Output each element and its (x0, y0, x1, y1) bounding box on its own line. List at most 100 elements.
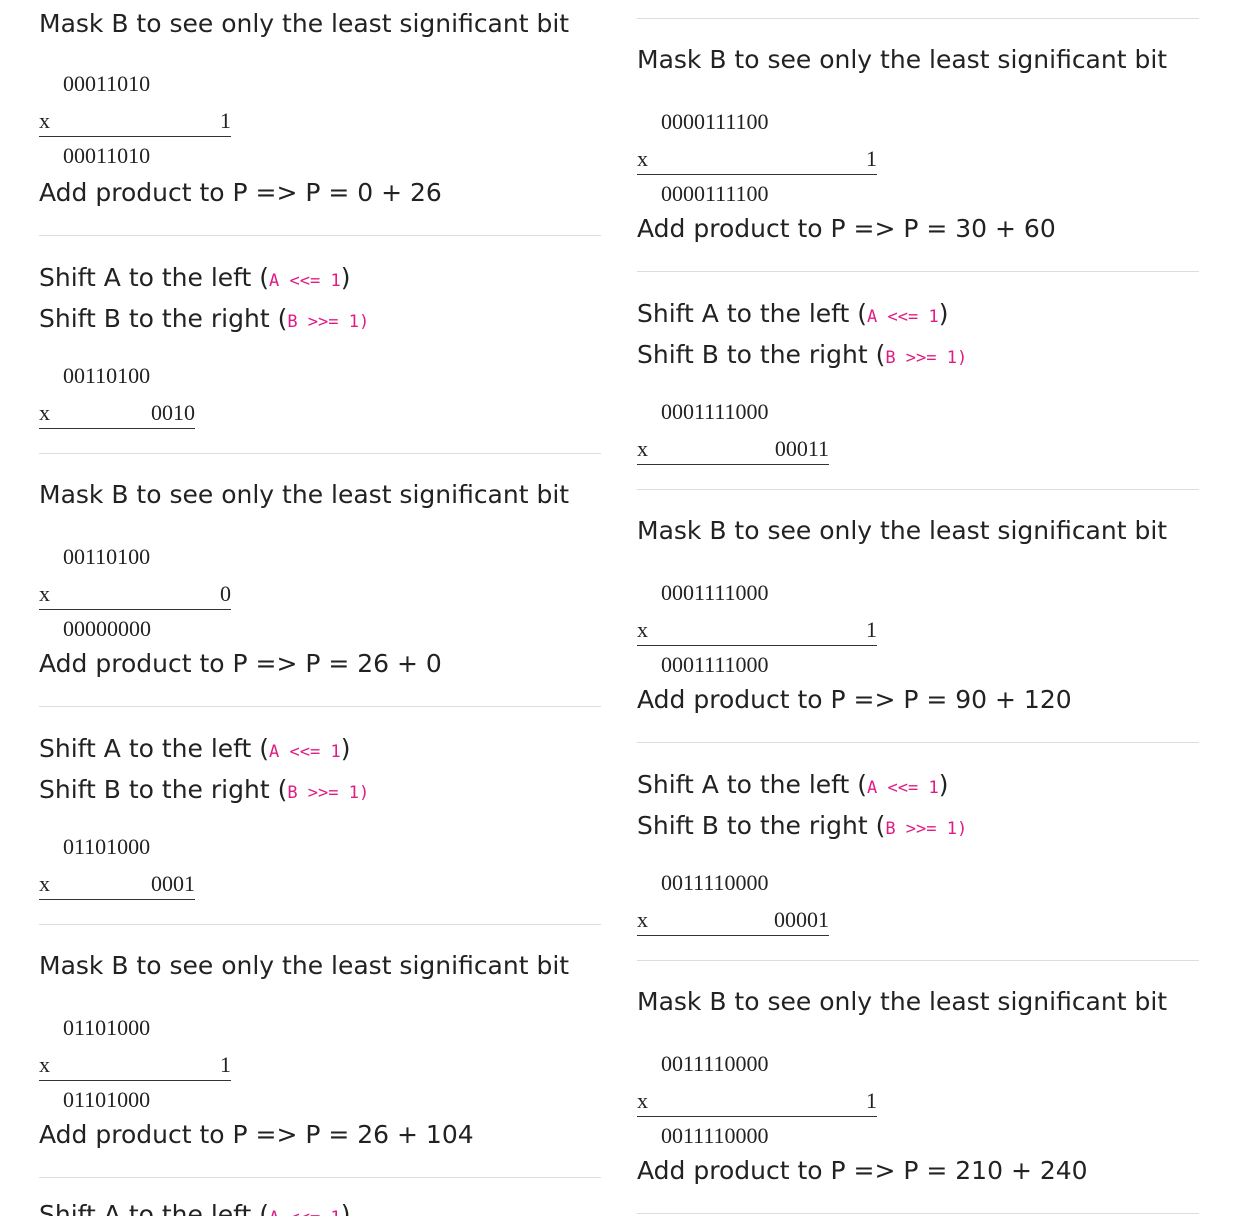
shift-a-close: ) (340, 734, 351, 763)
shift-a-line: Shift A to the left (A <<= 1) (39, 1196, 601, 1216)
shift-a-code: A <<= 1 (269, 742, 341, 762)
multiplier-row: x 0010 (39, 398, 195, 429)
operand-b: 0001 (151, 871, 195, 896)
shift-b-line: Shift B to the right (B >>= 1) (637, 807, 1199, 848)
operand-b: 1 (866, 617, 877, 642)
mask-step: Mask B to see only the least significant… (637, 42, 1199, 243)
operand-b: 00001 (774, 907, 829, 932)
operand-b: 1 (220, 108, 231, 133)
mask-step: Mask B to see only the least significant… (637, 984, 1199, 1185)
times-symbol: x (39, 871, 50, 896)
shift-step: Shift A to the left (A <<= 1) (39, 1196, 601, 1216)
shift-step: Shift A to the left (A <<= 1) Shift B to… (637, 766, 1199, 936)
add-product-line: Add product to P => P = 210 + 240 (637, 1156, 1088, 1185)
times-symbol: x (39, 581, 50, 606)
product-value: 00011010 (63, 143, 151, 168)
shift-a-close: ) (340, 263, 351, 292)
multiplier-row: x 0001 (39, 869, 195, 900)
divider (39, 1177, 601, 1178)
product-value: 01101000 (63, 1087, 151, 1112)
add-product-line: Add product to P => P = 0 + 26 (39, 178, 442, 207)
shift-a-code: A <<= 1 (269, 271, 341, 291)
add-product-line: Add product to P => P = 26 + 104 (39, 1120, 474, 1149)
mask-step: Mask B to see only the least significant… (39, 477, 601, 678)
shift-a-code: A <<= 1 (269, 1208, 341, 1216)
operand-b: 1 (866, 146, 877, 171)
product-value: 0011110000 (661, 1123, 769, 1148)
times-symbol: x (637, 146, 648, 171)
times-symbol: x (637, 1088, 648, 1113)
shift-a-close: ) (938, 770, 949, 799)
multiplier-row: x 1 (39, 106, 231, 137)
operand-a: 0011110000 (661, 1051, 769, 1076)
shift-step: Shift A to the left (A <<= 1) Shift B to… (637, 295, 1199, 465)
step-heading: Mask B to see only the least significant… (39, 951, 570, 980)
shift-b-code: B >>= 1) (885, 348, 968, 368)
shift-b-text: Shift B to the right ( (39, 775, 288, 804)
multiplier-row: x 00001 (637, 905, 829, 936)
mask-step: Mask B to see only the least significant… (39, 6, 601, 207)
add-product-line: Add product to P => P = 26 + 0 (39, 649, 442, 678)
multiplier-row: x 0 (39, 579, 231, 610)
times-symbol: x (637, 907, 648, 932)
shift-b-text: Shift B to the right ( (637, 340, 886, 369)
mask-step: Mask B to see only the least significant… (39, 948, 601, 1149)
shift-b-code: B >>= 1) (287, 312, 370, 332)
divider (637, 742, 1199, 743)
divider (39, 924, 601, 925)
step-heading: Mask B to see only the least significant… (39, 480, 570, 509)
shift-a-text: Shift A to the left ( (637, 299, 868, 328)
operand-a: 00110100 (63, 544, 151, 569)
divider (39, 453, 601, 454)
divider (39, 706, 601, 707)
shift-a-code: A <<= 1 (867, 778, 939, 798)
shift-a-line: Shift A to the left (A <<= 1) (39, 730, 601, 771)
shift-step: Shift A to the left (A <<= 1) Shift B to… (39, 259, 601, 429)
shift-a-close: ) (340, 1200, 351, 1216)
times-symbol: x (637, 436, 648, 461)
shift-a-code: A <<= 1 (867, 307, 939, 327)
divider (39, 235, 601, 236)
shift-a-text: Shift A to the left ( (637, 770, 868, 799)
shift-a-line: Shift A to the left (A <<= 1) (637, 766, 1199, 807)
divider (637, 1213, 1199, 1214)
operand-b: 0 (220, 581, 231, 606)
shift-a-line: Shift A to the left (A <<= 1) (637, 295, 1199, 336)
step-heading: Mask B to see only the least significant… (637, 516, 1168, 545)
product-value: 0000111100 (661, 181, 769, 206)
shift-b-code: B >>= 1) (287, 783, 370, 803)
shift-b-line: Shift B to the right (B >>= 1) (637, 336, 1199, 377)
step-heading: Mask B to see only the least significant… (637, 987, 1168, 1016)
divider (637, 271, 1199, 272)
shift-b-text: Shift B to the right ( (637, 811, 886, 840)
shift-b-line: Shift B to the right (B >>= 1) (39, 771, 601, 812)
product-value: 00000000 (63, 616, 151, 641)
shift-a-text: Shift A to the left ( (39, 1200, 270, 1216)
multiplier-row: x 1 (637, 615, 877, 646)
operand-a: 01101000 (63, 834, 151, 859)
add-product-line: Add product to P => P = 30 + 60 (637, 214, 1056, 243)
times-symbol: x (39, 1052, 50, 1077)
operand-b: 00011 (774, 436, 829, 461)
product-value: 0001111000 (661, 652, 769, 677)
multiplier-row: x 1 (637, 144, 877, 175)
shift-b-code: B >>= 1) (885, 819, 968, 839)
divider (637, 960, 1199, 961)
operand-b: 1 (220, 1052, 231, 1077)
divider (637, 18, 1199, 19)
operand-b: 0010 (151, 400, 195, 425)
step-heading: Mask B to see only the least significant… (637, 45, 1168, 74)
multiplier-row: x 00011 (637, 434, 829, 465)
step-heading: Mask B to see only the least significant… (39, 9, 570, 38)
times-symbol: x (637, 617, 648, 642)
operand-a: 0011110000 (661, 870, 769, 895)
operand-a: 01101000 (63, 1015, 151, 1040)
shift-a-text: Shift A to the left ( (39, 734, 270, 763)
shift-b-line: Shift B to the right (B >>= 1) (39, 300, 601, 341)
operand-a: 0001111000 (661, 399, 769, 424)
multiplier-row: x 1 (637, 1086, 877, 1117)
shift-b-text: Shift B to the right ( (39, 304, 288, 333)
operand-a: 00011010 (63, 71, 151, 96)
operand-b: 1 (866, 1088, 877, 1113)
times-symbol: x (39, 400, 50, 425)
